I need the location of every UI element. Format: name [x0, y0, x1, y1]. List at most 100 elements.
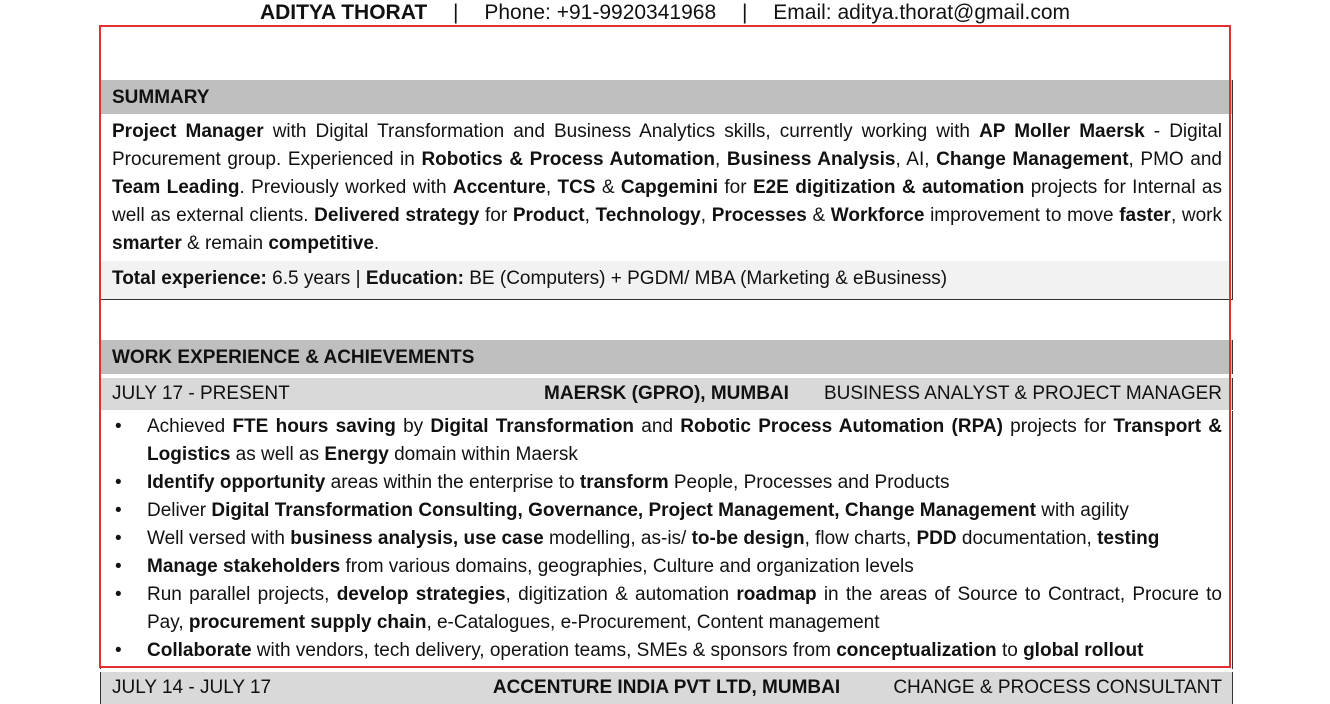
text-run: to: [996, 640, 1024, 661]
job-row: JULY 14 - JULY 17 ACCENTURE INDIA PVT LT…: [100, 672, 1233, 704]
text-run: , e-Catalogues, e-Procurement, Content m…: [426, 612, 880, 633]
text-run: with agility: [1035, 500, 1129, 521]
text-run: as well as: [230, 444, 325, 465]
bold-text: Accenture: [452, 177, 546, 198]
bold-text: AP Moller Maersk: [979, 121, 1145, 142]
text-run: ,: [584, 205, 596, 226]
work-heading: WORK EXPERIENCE & ACHIEVEMENTS: [100, 340, 1233, 374]
text-run: 6.5 years |: [266, 268, 366, 289]
bullet-icon: •: [115, 528, 122, 549]
bold-text: faster: [1119, 205, 1171, 226]
bold-text: Identify opportunity: [147, 472, 326, 493]
bullet-icon: •: [115, 584, 122, 605]
achievements-box: • Achieved FTE hours saving by Digital Tr…: [100, 411, 1233, 669]
text-run: areas within the enterprise to: [325, 472, 580, 493]
bold-text: Workforce: [830, 205, 925, 226]
bold-text: Processes: [711, 205, 807, 226]
bold-text: transform: [579, 472, 669, 493]
achievement-item: • Achieved FTE hours saving by Digital Tr…: [101, 413, 1222, 469]
text-run: for: [718, 177, 753, 198]
bold-text: develop strategies: [336, 584, 506, 605]
header-separator: |: [453, 1, 459, 24]
bold-text: Robotics & Process Automation: [421, 149, 716, 170]
text-run: &: [806, 205, 831, 226]
candidate-name: ADITYA THORAT: [259, 1, 428, 24]
text-run: domain within Maersk: [388, 444, 578, 465]
text-run: documentation,: [956, 528, 1098, 549]
text-run: projects for: [1002, 416, 1114, 437]
bold-text: testing: [1097, 528, 1160, 549]
bullet-icon: •: [115, 472, 122, 493]
bold-text: Product: [512, 205, 585, 226]
bold-text: Project Manager: [112, 121, 264, 142]
text-run: , PMO and: [1128, 149, 1222, 170]
phone-text: Phone: +91-9920341968: [484, 1, 717, 24]
text-run: improvement to move: [924, 205, 1120, 226]
bold-text: Education:: [365, 268, 464, 289]
text-run: &: [595, 177, 621, 198]
bold-text: Technology: [595, 205, 701, 226]
bold-text: Business Analysis: [726, 149, 896, 170]
bold-text: Total experience:: [112, 268, 267, 289]
achievement-item: • Manage stakeholders from various domain…: [101, 553, 1222, 581]
text-run: , digitization & automation: [505, 584, 737, 605]
text-run: BE (Computers) + PGDM/ MBA (Marketing & …: [463, 268, 948, 289]
job-role: CHANGE & PROCESS CONSULTANT: [893, 677, 1222, 698]
job-role: BUSINESS ANALYST & PROJECT MANAGER: [823, 383, 1222, 404]
achievements-list: • Achieved FTE hours saving by Digital Tr…: [101, 411, 1232, 665]
text-run: Run parallel projects,: [147, 584, 337, 605]
text-run: People, Processes and Products: [668, 472, 950, 493]
text-run: Achieved: [147, 416, 233, 437]
text-run: ,: [545, 177, 558, 198]
bold-text: Digital Transformation: [430, 416, 635, 437]
text-run: & remain: [181, 233, 269, 254]
resume-page: SUMMARY Project Manager with Digital Tra…: [100, 26, 1233, 704]
text-run: .: [373, 233, 380, 254]
text-run: modelling, as-is/: [543, 528, 692, 549]
summary-box: Project Manager with Digital Transformat…: [100, 114, 1233, 300]
text-run: , work: [1170, 205, 1222, 226]
totals-line: Total experience: 6.5 years | Education:…: [101, 261, 1232, 299]
text-run: ,: [715, 149, 727, 170]
bold-text: competitive: [268, 233, 374, 254]
bold-text: Manage stakeholders: [147, 556, 341, 577]
bold-text: Energy: [324, 444, 389, 465]
bold-text: Team Leading: [112, 177, 240, 198]
bold-text: FTE hours saving: [232, 416, 396, 437]
text-run: by: [395, 416, 431, 437]
bullet-icon: •: [115, 640, 122, 661]
bold-text: procurement supply chain: [188, 612, 427, 633]
bold-text: global rollout: [1023, 640, 1144, 661]
text-run: Well versed with: [147, 528, 291, 549]
text-run: , AI,: [895, 149, 937, 170]
achievement-item: • Well versed with business analysis, use…: [101, 525, 1222, 553]
bold-text: Change Management: [936, 149, 1129, 170]
bold-text: business analysis, use case: [290, 528, 544, 549]
email-text: Email: aditya.thorat@gmail.com: [773, 1, 1071, 24]
text-run: , flow charts,: [804, 528, 917, 549]
text-run: from various domains, geographies, Cultu…: [340, 556, 914, 577]
achievement-item: • Identify opportunity areas within the e…: [101, 469, 1222, 497]
bold-text: conceptualization: [836, 640, 997, 661]
text-run: with Digital Transformation and Business…: [263, 121, 980, 142]
bold-text: TCS: [557, 177, 596, 198]
bold-text: PDD: [916, 528, 957, 549]
bold-text: E2E digitization & automation: [752, 177, 1025, 198]
bold-text: to-be design: [691, 528, 805, 549]
text-run: for: [479, 205, 513, 226]
text-run: ,: [700, 205, 712, 226]
bold-text: Digital Transformation Consulting, Gover…: [211, 500, 1036, 521]
achievement-item: • Collaborate with vendors, tech delivery…: [101, 637, 1222, 665]
bold-text: Collaborate: [147, 640, 252, 661]
bullet-icon: •: [115, 500, 122, 521]
summary-paragraph: Project Manager with Digital Transformat…: [101, 114, 1232, 258]
text-run: and: [634, 416, 681, 437]
bold-text: smarter: [112, 233, 182, 254]
bold-text: roadmap: [736, 584, 817, 605]
text-run: . Previously worked with: [239, 177, 453, 198]
job-row: JULY 17 - PRESENT MAERSK (GPRO), MUMBAI …: [100, 378, 1233, 410]
bold-text: Capgemini: [620, 177, 719, 198]
bullet-icon: •: [115, 556, 122, 577]
bullet-icon: •: [115, 416, 122, 437]
resume-header: ADITYA THORAT | Phone: +91-9920341968 | …: [0, 0, 1330, 26]
